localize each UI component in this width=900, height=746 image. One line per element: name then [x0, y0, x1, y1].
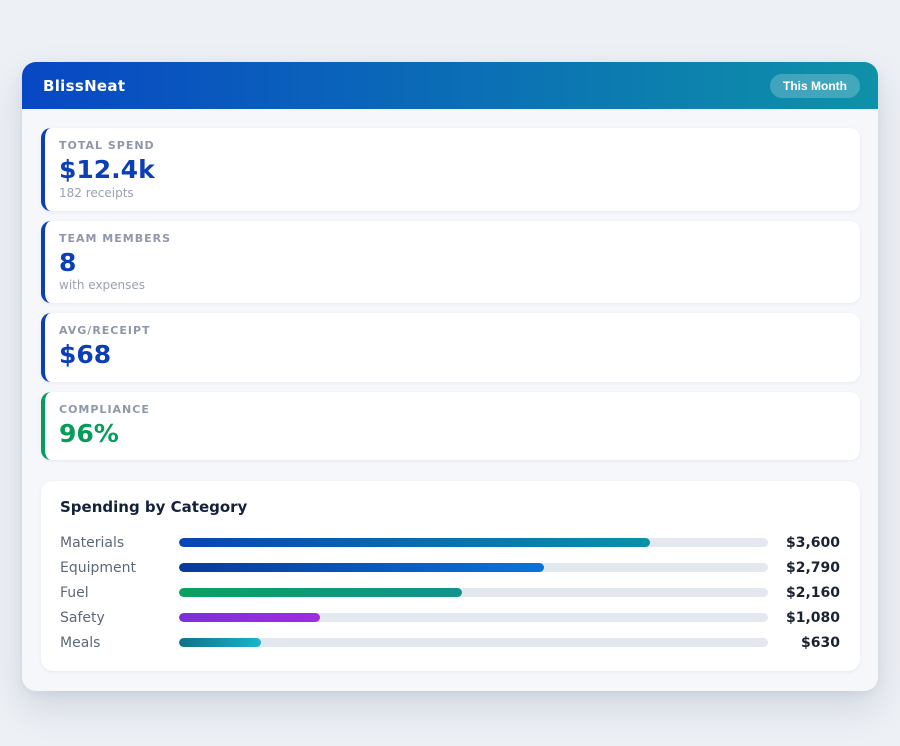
stat-label: TEAM MEMBERS	[59, 231, 172, 245]
period-badge[interactable]: This Month	[770, 73, 860, 98]
dashboard-content: TOTAL SPEND $12.4k 182 receipts TEAM MEM…	[22, 109, 878, 691]
category-label: Materials	[60, 534, 125, 551]
bar-track	[179, 638, 768, 647]
category-label: Equipment	[60, 559, 136, 576]
bar-fill-meals	[179, 638, 262, 647]
stat-value: 96%	[59, 418, 119, 448]
spending-by-category-card: Spending by Category Materials $3,600 Eq…	[41, 481, 860, 671]
bar-track	[179, 538, 768, 547]
stat-value: 8	[59, 247, 77, 277]
stat-value: $68	[59, 340, 112, 369]
category-row-materials: Materials $3,600	[60, 530, 840, 555]
category-value: $3,600	[785, 534, 840, 551]
stat-card-compliance: COMPLIANCE 96%	[41, 391, 860, 460]
bar-fill-fuel	[179, 588, 462, 597]
bar-track	[179, 563, 768, 572]
category-row-meals: Meals $630	[60, 630, 840, 655]
bar-track	[179, 613, 768, 622]
stat-card-avg-receipt: AVG/RECEIPT $68	[41, 313, 860, 382]
app-header: BlissNeat This Month	[22, 62, 878, 109]
stat-sublabel: with expenses	[59, 278, 146, 292]
stat-sublabel: 182 receipts	[59, 185, 134, 200]
bar-fill-safety	[179, 613, 321, 622]
bar-fill-materials	[179, 538, 651, 547]
category-value: $2,160	[785, 584, 840, 601]
stat-card-team-members: TEAM MEMBERS 8 with expenses	[41, 220, 860, 303]
bar-fill-equipment	[179, 563, 545, 572]
stat-label: AVG/RECEIPT	[59, 324, 151, 337]
category-value: $630	[801, 634, 840, 651]
category-row-equipment: Equipment $2,790	[60, 555, 840, 580]
category-label: Meals	[60, 634, 101, 651]
category-label: Fuel	[60, 584, 89, 601]
category-row-safety: Safety $1,080	[60, 605, 840, 630]
stat-label: TOTAL SPEND	[59, 139, 155, 152]
category-row-fuel: Fuel $2,160	[60, 580, 840, 605]
stat-label: COMPLIANCE	[59, 402, 150, 416]
chart-title: Spending by Category	[60, 498, 248, 516]
bar-track	[179, 588, 768, 597]
app-title: BlissNeat	[43, 76, 126, 95]
category-label: Safety	[60, 609, 105, 626]
stat-card-total-spend: TOTAL SPEND $12.4k 182 receipts	[41, 128, 860, 211]
category-value: $1,080	[785, 609, 840, 626]
stat-value: $12.4k	[59, 155, 155, 184]
category-value: $2,790	[785, 559, 840, 576]
dashboard-panel: BlissNeat This Month TOTAL SPEND $12.4k …	[22, 62, 878, 691]
